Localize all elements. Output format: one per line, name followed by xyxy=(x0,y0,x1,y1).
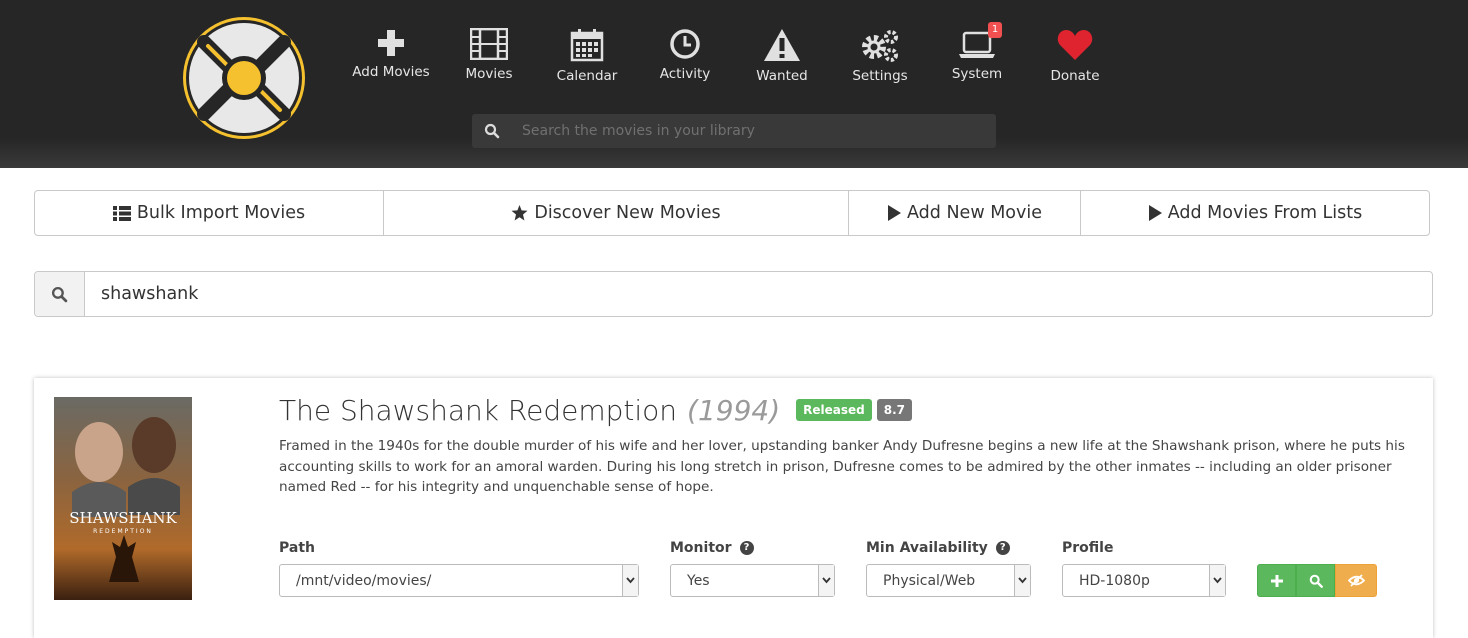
question-circle-icon[interactable]: ? xyxy=(739,541,754,555)
poster-title-text: SHAWSHANK xyxy=(69,509,177,527)
nav-movies[interactable]: Movies xyxy=(440,24,538,88)
path-select[interactable]: /mnt/video/movies/ xyxy=(279,564,639,597)
tab-label: Bulk Import Movies xyxy=(136,203,306,223)
system-notification-badge: 1 xyxy=(988,22,1002,38)
add-movies-tabs: Bulk Import Movies Discover New Movies A… xyxy=(34,190,1430,236)
profile-select[interactable]: HD-1080p xyxy=(1062,564,1226,597)
chevron-down-icon xyxy=(622,565,638,596)
add-movie-button[interactable] xyxy=(1257,564,1296,597)
add-actions xyxy=(1257,564,1377,597)
eye-slash-icon xyxy=(1347,574,1365,587)
path-label-text: Path xyxy=(279,540,315,556)
nav-wanted[interactable]: Wanted xyxy=(733,24,831,88)
tab-add-from-lists[interactable]: Add Movies From Lists xyxy=(1081,191,1429,235)
play-icon xyxy=(888,205,902,221)
film-icon xyxy=(470,28,508,60)
profile-value: HD-1080p xyxy=(1079,573,1150,589)
nav-system[interactable]: 1 System xyxy=(928,22,1026,88)
rating-badge: 8.7 xyxy=(876,399,912,421)
movie-overview: Framed in the 1940s for the double murde… xyxy=(279,438,1405,495)
tab-label: Discover New Movies xyxy=(534,203,721,223)
star-icon xyxy=(511,205,528,221)
clock-icon xyxy=(670,29,700,59)
gears-icon xyxy=(862,30,898,62)
movie-year: (1994) xyxy=(687,393,781,427)
search-icon xyxy=(1309,574,1323,588)
chevron-down-icon xyxy=(818,565,834,596)
play-icon xyxy=(1148,205,1162,221)
movie-poster: SHAWSHANK REDEMPTION xyxy=(54,397,192,600)
nav-add-movies[interactable]: Add Movies xyxy=(342,24,440,88)
movie-title: The Shawshank Redemption xyxy=(279,393,678,427)
tab-label: Add Movies From Lists xyxy=(1167,203,1363,223)
monitor-select[interactable]: Yes xyxy=(670,564,835,597)
monitor-label-text: Monitor xyxy=(670,540,732,556)
library-search xyxy=(472,114,996,148)
nav-label: Activity xyxy=(659,66,711,82)
movie-search xyxy=(34,271,1433,317)
nav-label: Donate xyxy=(1050,68,1100,84)
profile-label: Profile xyxy=(1062,540,1113,556)
nav-label: Movies xyxy=(465,66,513,82)
plus-icon xyxy=(1270,574,1283,587)
nav-label: Wanted xyxy=(756,68,808,84)
min-availability-label-text: Min Availability xyxy=(866,540,988,556)
tab-add-new-movie[interactable]: Add New Movie xyxy=(849,191,1081,235)
question-circle-icon[interactable]: ? xyxy=(995,541,1010,555)
plus-icon xyxy=(378,30,404,56)
library-search-input[interactable] xyxy=(522,114,982,148)
nav-label: Calendar xyxy=(556,68,618,84)
tab-label: Add New Movie xyxy=(907,203,1042,223)
title-row: The Shawshank Redemption (1994) Released… xyxy=(279,392,912,428)
chevron-down-icon xyxy=(1014,565,1030,596)
warning-icon xyxy=(764,29,800,61)
search-icon xyxy=(51,286,68,303)
path-label: Path xyxy=(279,540,315,556)
svg-text:REDEMPTION: REDEMPTION xyxy=(93,528,153,535)
nav-label: Settings xyxy=(852,68,908,84)
calendar-icon xyxy=(570,29,604,62)
nav-label: System xyxy=(951,66,1003,82)
nav-activity[interactable]: Activity xyxy=(636,24,734,88)
status-badge: Released xyxy=(796,399,872,421)
min-availability-select[interactable]: Physical/Web xyxy=(866,564,1031,597)
nav-calendar[interactable]: Calendar xyxy=(538,24,636,88)
monitor-value: Yes xyxy=(687,573,710,589)
add-and-search-button[interactable] xyxy=(1296,564,1335,597)
radarr-logo[interactable] xyxy=(180,14,308,142)
min-availability-value: Physical/Web xyxy=(883,573,976,589)
path-value: /mnt/video/movies/ xyxy=(296,573,432,589)
search-result-card: SHAWSHANK REDEMPTION The Shawshank Redem… xyxy=(34,378,1433,638)
monitor-label: Monitor ? xyxy=(670,540,754,556)
list-icon xyxy=(112,205,131,221)
search-icon xyxy=(484,123,500,139)
nav-donate[interactable]: Donate xyxy=(1026,24,1124,88)
profile-label-text: Profile xyxy=(1062,540,1114,556)
heart-icon xyxy=(1057,30,1093,60)
top-navbar: Add Movies Movies Calendar Activity Want… xyxy=(0,0,1468,168)
tab-discover[interactable]: Discover New Movies xyxy=(384,191,849,235)
search-addon xyxy=(35,272,85,316)
min-availability-label: Min Availability ? xyxy=(866,540,1010,556)
movie-search-input[interactable] xyxy=(101,272,1401,316)
chevron-down-icon xyxy=(1209,565,1225,596)
nav-label: Add Movies xyxy=(352,64,430,80)
nav-settings[interactable]: Settings xyxy=(831,24,929,88)
tab-bulk-import[interactable]: Bulk Import Movies xyxy=(35,191,384,235)
add-unmonitored-button[interactable] xyxy=(1335,564,1377,597)
